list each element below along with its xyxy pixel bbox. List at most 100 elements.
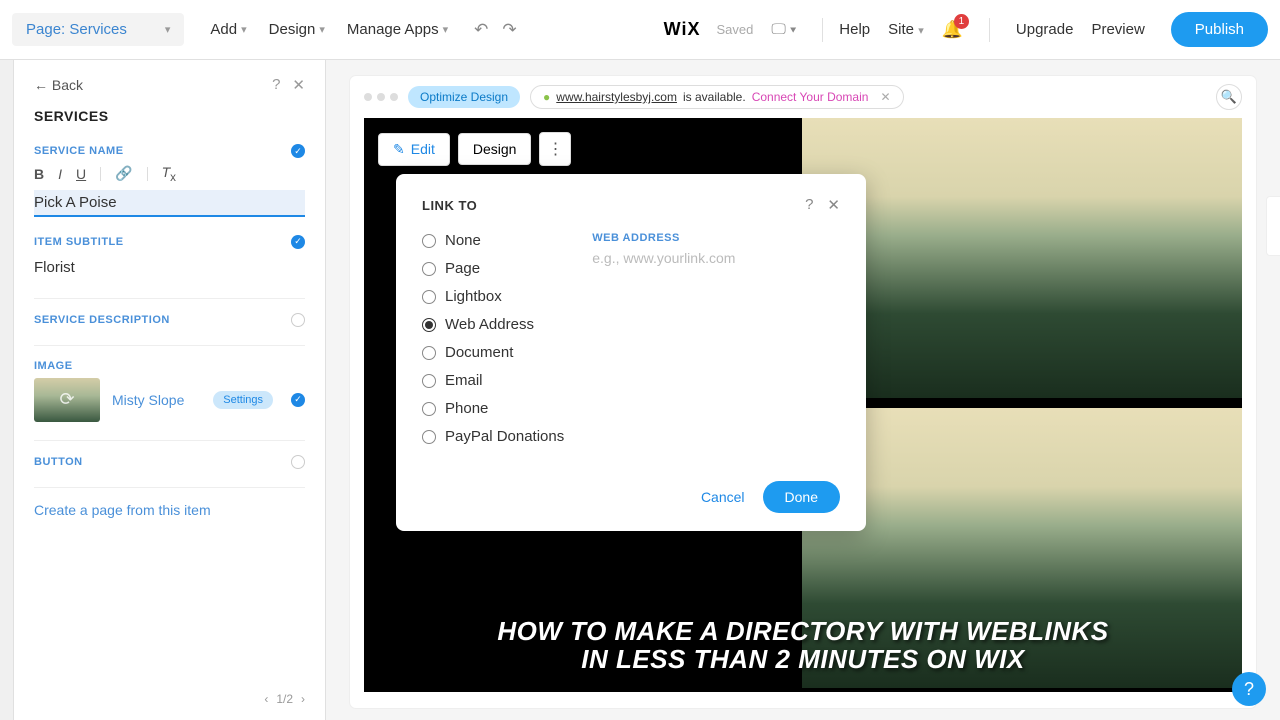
- help-link[interactable]: Help: [839, 21, 870, 38]
- menu-add[interactable]: Add▾: [210, 21, 246, 38]
- chevron-down-icon: ▾: [319, 23, 325, 36]
- button-field: BUTTON: [34, 455, 305, 469]
- sidebar-rail: [0, 60, 14, 720]
- help-icon[interactable]: ?: [805, 196, 813, 214]
- toolbar-right: Help Site ▾ 🔔1 Upgrade Preview Publish: [839, 12, 1268, 47]
- desktop-icon[interactable]: 🖵 ▾: [771, 21, 796, 38]
- web-address-label: WEB ADDRESS: [592, 232, 840, 244]
- web-address-input[interactable]: e.g., www.yourlink.com: [592, 250, 840, 266]
- domain-banner: ● www.hairstylesbyj.com is available. Co…: [530, 85, 903, 109]
- publish-button[interactable]: Publish: [1171, 12, 1268, 47]
- radio-paypal[interactable]: PayPal Donations: [422, 428, 564, 445]
- page-selector-label: Page: Services: [26, 21, 127, 38]
- panel-title: SERVICES: [34, 108, 305, 124]
- services-panel: ← Back ? ✕ SERVICES SERVICE NAME ✓ B I U…: [14, 60, 326, 720]
- top-toolbar: Page: Services ▾ Add▾ Design▾ Manage App…: [0, 0, 1280, 60]
- menu-design[interactable]: Design▾: [269, 21, 325, 38]
- help-icon[interactable]: ?: [272, 76, 280, 94]
- radio-lightbox[interactable]: Lightbox: [422, 288, 564, 305]
- page-selector[interactable]: Page: Services ▾: [12, 13, 184, 46]
- chevron-down-icon: ▾: [918, 25, 924, 37]
- design-button[interactable]: Design: [458, 133, 532, 165]
- replace-icon: ⟳: [59, 389, 74, 410]
- close-icon[interactable]: ✕: [880, 90, 890, 104]
- radio-web-address[interactable]: Web Address: [422, 316, 564, 333]
- format-toolbar: B I U 🔗 Tx: [34, 164, 305, 184]
- cancel-button[interactable]: Cancel: [701, 489, 745, 505]
- site-link[interactable]: Site ▾: [888, 21, 924, 38]
- chevron-down-icon: ▾: [443, 23, 449, 36]
- clear-format-icon[interactable]: Tx: [162, 164, 176, 184]
- divider: [989, 18, 990, 42]
- saved-status: Saved: [716, 22, 753, 37]
- done-button[interactable]: Done: [763, 481, 840, 513]
- more-menu-button[interactable]: ⋮: [539, 132, 571, 166]
- divider: [34, 298, 305, 299]
- menu-manage-apps[interactable]: Manage Apps▾: [347, 21, 448, 38]
- radio-page[interactable]: Page: [422, 260, 564, 277]
- image-field: IMAGE ⟳ Misty Slope Settings ✓: [34, 360, 305, 422]
- close-icon[interactable]: ✕: [292, 76, 305, 94]
- toolbar-menu: Add▾ Design▾ Manage Apps▾: [210, 21, 448, 38]
- edit-button[interactable]: ✎Edit: [378, 133, 450, 166]
- field-label: SERVICE DESCRIPTION: [34, 314, 170, 326]
- redo-icon[interactable]: ↷: [502, 20, 516, 40]
- service-name-field: SERVICE NAME ✓ B I U 🔗 Tx: [34, 144, 305, 217]
- field-label: ITEM SUBTITLE: [34, 236, 124, 248]
- italic-icon[interactable]: I: [58, 166, 62, 182]
- wix-logo: WiX: [664, 19, 701, 40]
- field-label: BUTTON: [34, 456, 83, 468]
- right-panel-handle[interactable]: [1266, 196, 1280, 256]
- notification-badge: 1: [954, 14, 969, 29]
- editor-canvas: Optimize Design ● www.hairstylesbyj.com …: [326, 60, 1280, 720]
- element-toolbar: ✎Edit Design ⋮: [378, 132, 571, 166]
- chevron-down-icon: ▾: [165, 23, 171, 36]
- image-settings-button[interactable]: Settings: [213, 391, 273, 409]
- window-dots-icon: [364, 93, 398, 101]
- chevron-down-icon: ▾: [241, 23, 247, 36]
- pager: ‹ 1/2 ›: [264, 692, 305, 706]
- pager-prev[interactable]: ‹: [264, 692, 268, 706]
- help-fab-button[interactable]: ?: [1232, 672, 1266, 706]
- main-area: ← Back ? ✕ SERVICES SERVICE NAME ✓ B I U…: [0, 60, 1280, 720]
- field-label: IMAGE: [34, 360, 73, 372]
- upgrade-link[interactable]: Upgrade: [1016, 21, 1074, 38]
- service-name-input[interactable]: [34, 190, 305, 217]
- video-caption: HOW TO MAKE A DIRECTORY WITH WEBLINKS IN…: [483, 617, 1123, 674]
- divider: [34, 487, 305, 488]
- description-field: SERVICE DESCRIPTION: [34, 313, 305, 327]
- image-name: Misty Slope: [112, 392, 201, 408]
- image-thumbnail[interactable]: ⟳: [34, 378, 100, 422]
- optimize-design-button[interactable]: Optimize Design: [408, 86, 520, 108]
- check-icon: ✓: [291, 393, 305, 407]
- link-icon[interactable]: 🔗: [115, 165, 132, 182]
- site-viewport: ✎Edit Design ⋮ LINK TO ? ✕ None: [364, 118, 1242, 692]
- radio-phone[interactable]: Phone: [422, 400, 564, 417]
- modal-title: LINK TO: [422, 198, 477, 213]
- web-address-column: WEB ADDRESS e.g., www.yourlink.com: [592, 232, 840, 445]
- pager-next[interactable]: ›: [301, 692, 305, 706]
- radio-document[interactable]: Document: [422, 344, 564, 361]
- underline-icon[interactable]: U: [76, 166, 86, 182]
- close-icon[interactable]: ✕: [827, 196, 840, 214]
- bold-icon[interactable]: B: [34, 166, 44, 182]
- pencil-icon: ✎: [393, 141, 405, 158]
- back-button[interactable]: ← Back: [34, 77, 83, 93]
- available-text: is available.: [683, 90, 746, 104]
- notifications-icon[interactable]: 🔔1: [942, 20, 963, 40]
- link-type-options: None Page Lightbox Web Address Document …: [422, 232, 564, 445]
- undo-icon[interactable]: ↶: [474, 20, 488, 40]
- domain-text: www.hairstylesbyj.com: [556, 90, 677, 104]
- radio-none[interactable]: None: [422, 232, 564, 249]
- field-label: SERVICE NAME: [34, 145, 124, 157]
- preview-link[interactable]: Preview: [1091, 21, 1144, 38]
- history-icons: ↶ ↷: [474, 20, 517, 40]
- divider: [34, 440, 305, 441]
- background-image: [802, 118, 1242, 398]
- radio-email[interactable]: Email: [422, 372, 564, 389]
- search-icon[interactable]: 🔍: [1216, 84, 1242, 110]
- check-icon: ✓: [291, 235, 305, 249]
- create-page-link[interactable]: Create a page from this item: [34, 502, 305, 518]
- subtitle-value[interactable]: Florist: [34, 255, 305, 280]
- connect-domain-link[interactable]: Connect Your Domain: [752, 90, 869, 104]
